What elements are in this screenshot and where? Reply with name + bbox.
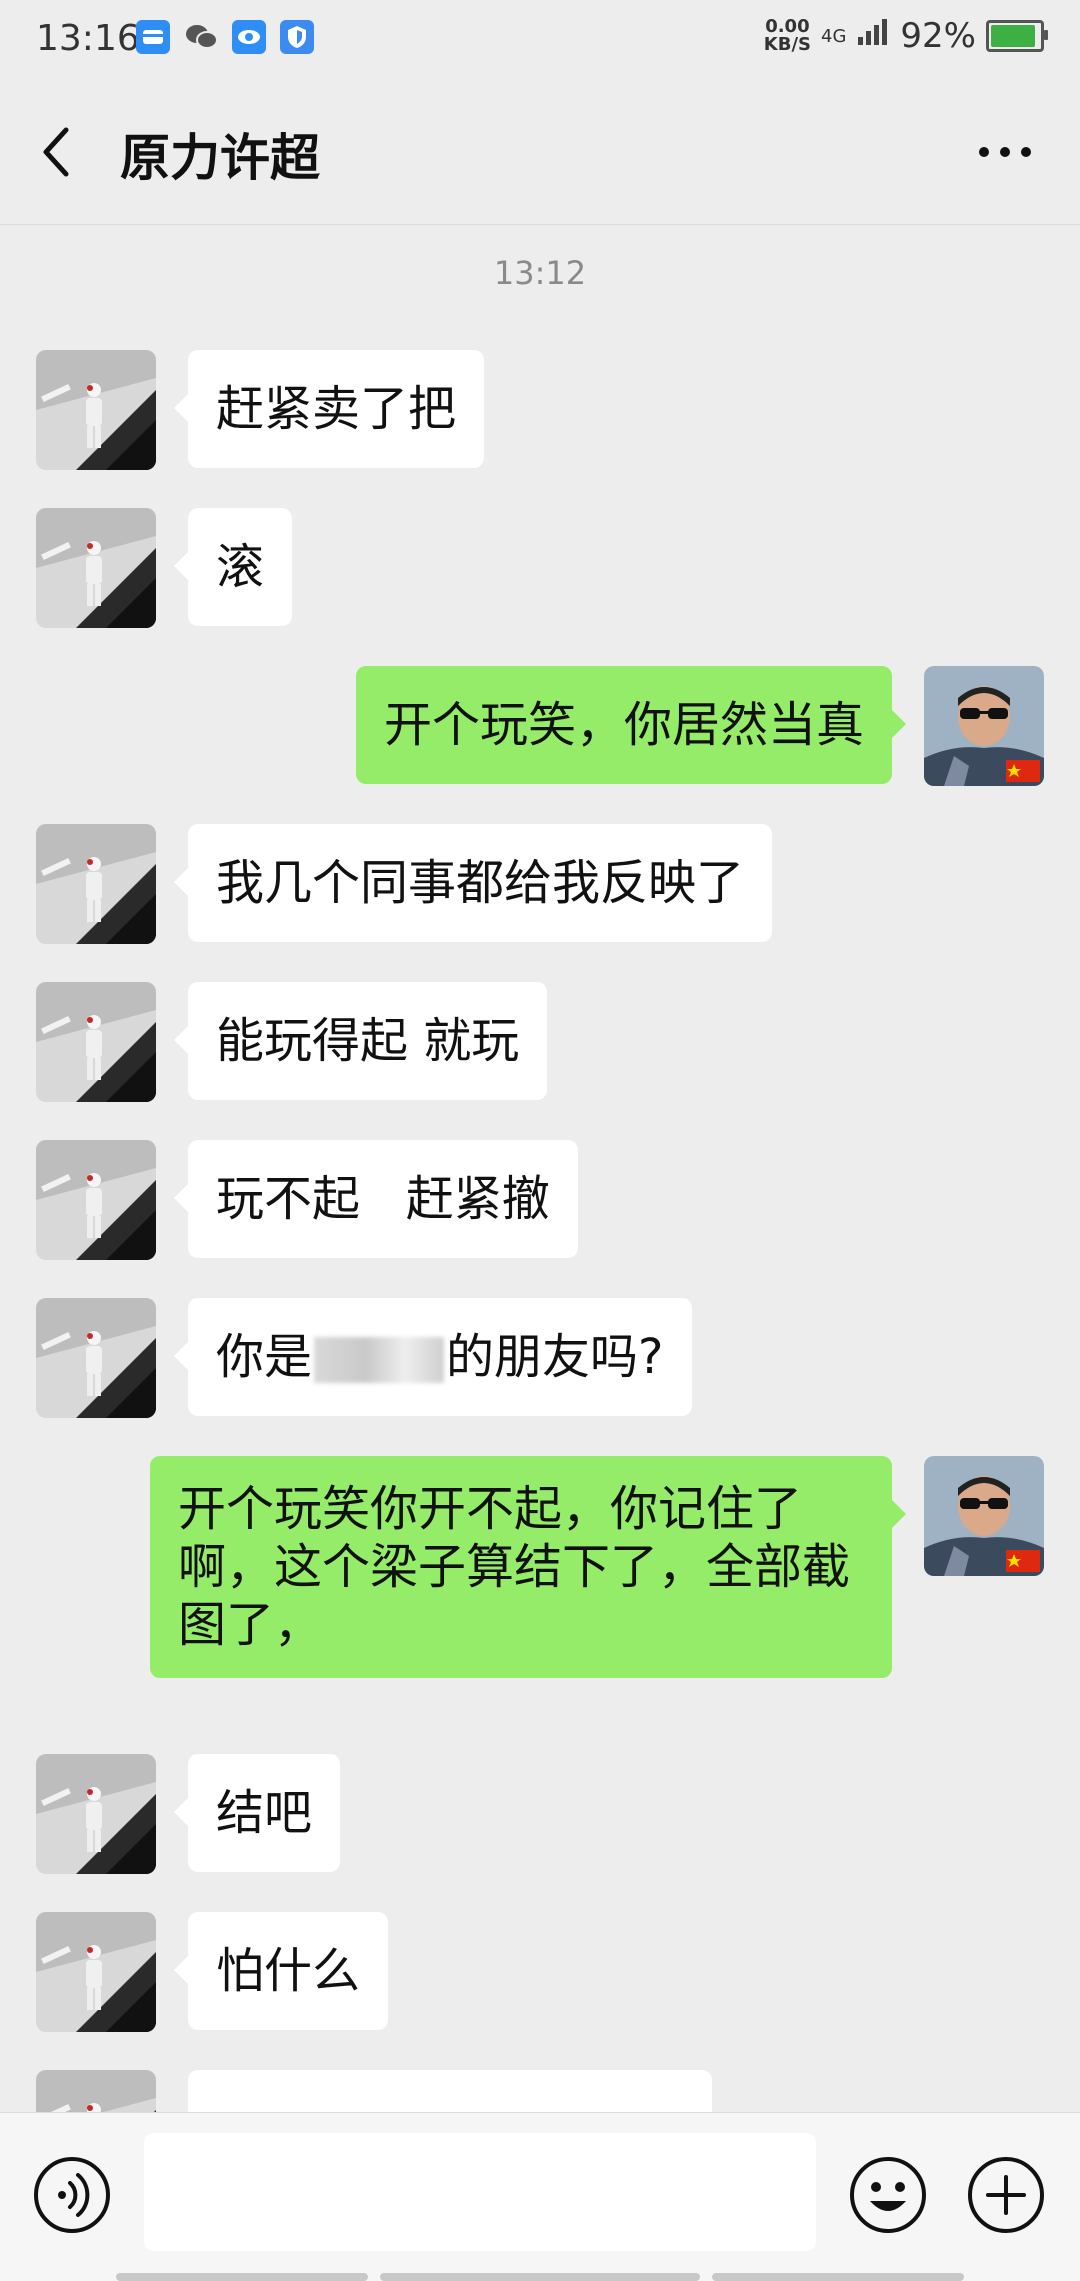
- message-text-part: 的朋友吗?: [446, 1329, 664, 1385]
- avatar[interactable]: [36, 350, 156, 470]
- avatar[interactable]: [36, 1140, 156, 1260]
- avatar[interactable]: [36, 508, 156, 628]
- chevron-left-icon[interactable]: [36, 122, 80, 182]
- chat-area[interactable]: 13:12 赶紧卖了把 滚 开个玩笑，你居然当真 我几个同事都给我反映了 能玩得…: [0, 224, 1080, 2112]
- eye-icon: [232, 20, 266, 54]
- message-bubble[interactable]: 你是 的朋友吗?: [174, 1298, 692, 1416]
- self-avatar[interactable]: [924, 666, 1044, 786]
- status-right: 0.00 KB/S 4G 92%: [763, 16, 1048, 56]
- net-speed: 0.00 KB/S: [763, 16, 812, 55]
- wechat-icon: [184, 20, 218, 54]
- message-bubble[interactable]: 开个玩笑你开不起，你记住了啊，这个梁子算结下了，全部截图了，: [150, 1456, 906, 1678]
- avatar[interactable]: [36, 1298, 156, 1418]
- message-bubble[interactable]: 我几个同事都给我反映了: [173, 824, 773, 942]
- status-time: 13:16: [36, 18, 140, 59]
- self-avatar[interactable]: [924, 1456, 1044, 1576]
- emoji-icon[interactable]: [848, 2155, 928, 2235]
- notification-icons: [136, 20, 314, 54]
- avatar[interactable]: [36, 1912, 156, 2032]
- chat-header: 原力许超: [0, 80, 1080, 225]
- message-text-part: 你是: [216, 1329, 313, 1385]
- avatar[interactable]: [36, 824, 156, 944]
- message-bubble[interactable]: 结吧: [173, 1754, 341, 1872]
- voice-icon[interactable]: [32, 2155, 112, 2235]
- signal-icon: [856, 16, 890, 56]
- input-bar: [0, 2112, 1080, 2281]
- message-timestamp: 13:12: [493, 254, 587, 292]
- message-bubble[interactable]: 滚: [173, 508, 293, 626]
- status-bar: 13:16 0.00 KB/S 4G 92%: [0, 0, 1080, 80]
- message-bubble[interactable]: 怕什么: [173, 1912, 389, 2030]
- message-input[interactable]: [144, 2133, 816, 2251]
- message-bubble-partial[interactable]: [188, 2070, 712, 2112]
- avatar[interactable]: [36, 1754, 156, 1874]
- avatar[interactable]: [36, 982, 156, 1102]
- redacted-text: [314, 1337, 445, 1383]
- plus-icon[interactable]: [966, 2155, 1046, 2235]
- network-type: 4G: [821, 25, 847, 47]
- message-bubble[interactable]: 赶紧卖了把: [173, 350, 485, 468]
- chat-title: 原力许超: [120, 129, 320, 187]
- battery-percent: 92%: [900, 16, 976, 56]
- cloud-drive-icon: [136, 20, 170, 54]
- avatar[interactable]: [36, 2070, 156, 2112]
- message-bubble[interactable]: 开个玩笑，你居然当真: [355, 666, 907, 784]
- message-bubble[interactable]: 能玩得起 就玩: [173, 982, 548, 1100]
- battery-icon: [986, 20, 1048, 52]
- shield-icon: [280, 20, 314, 54]
- more-dots-icon[interactable]: [976, 140, 1034, 164]
- message-bubble[interactable]: 玩不起 赶紧撤: [174, 1140, 578, 1258]
